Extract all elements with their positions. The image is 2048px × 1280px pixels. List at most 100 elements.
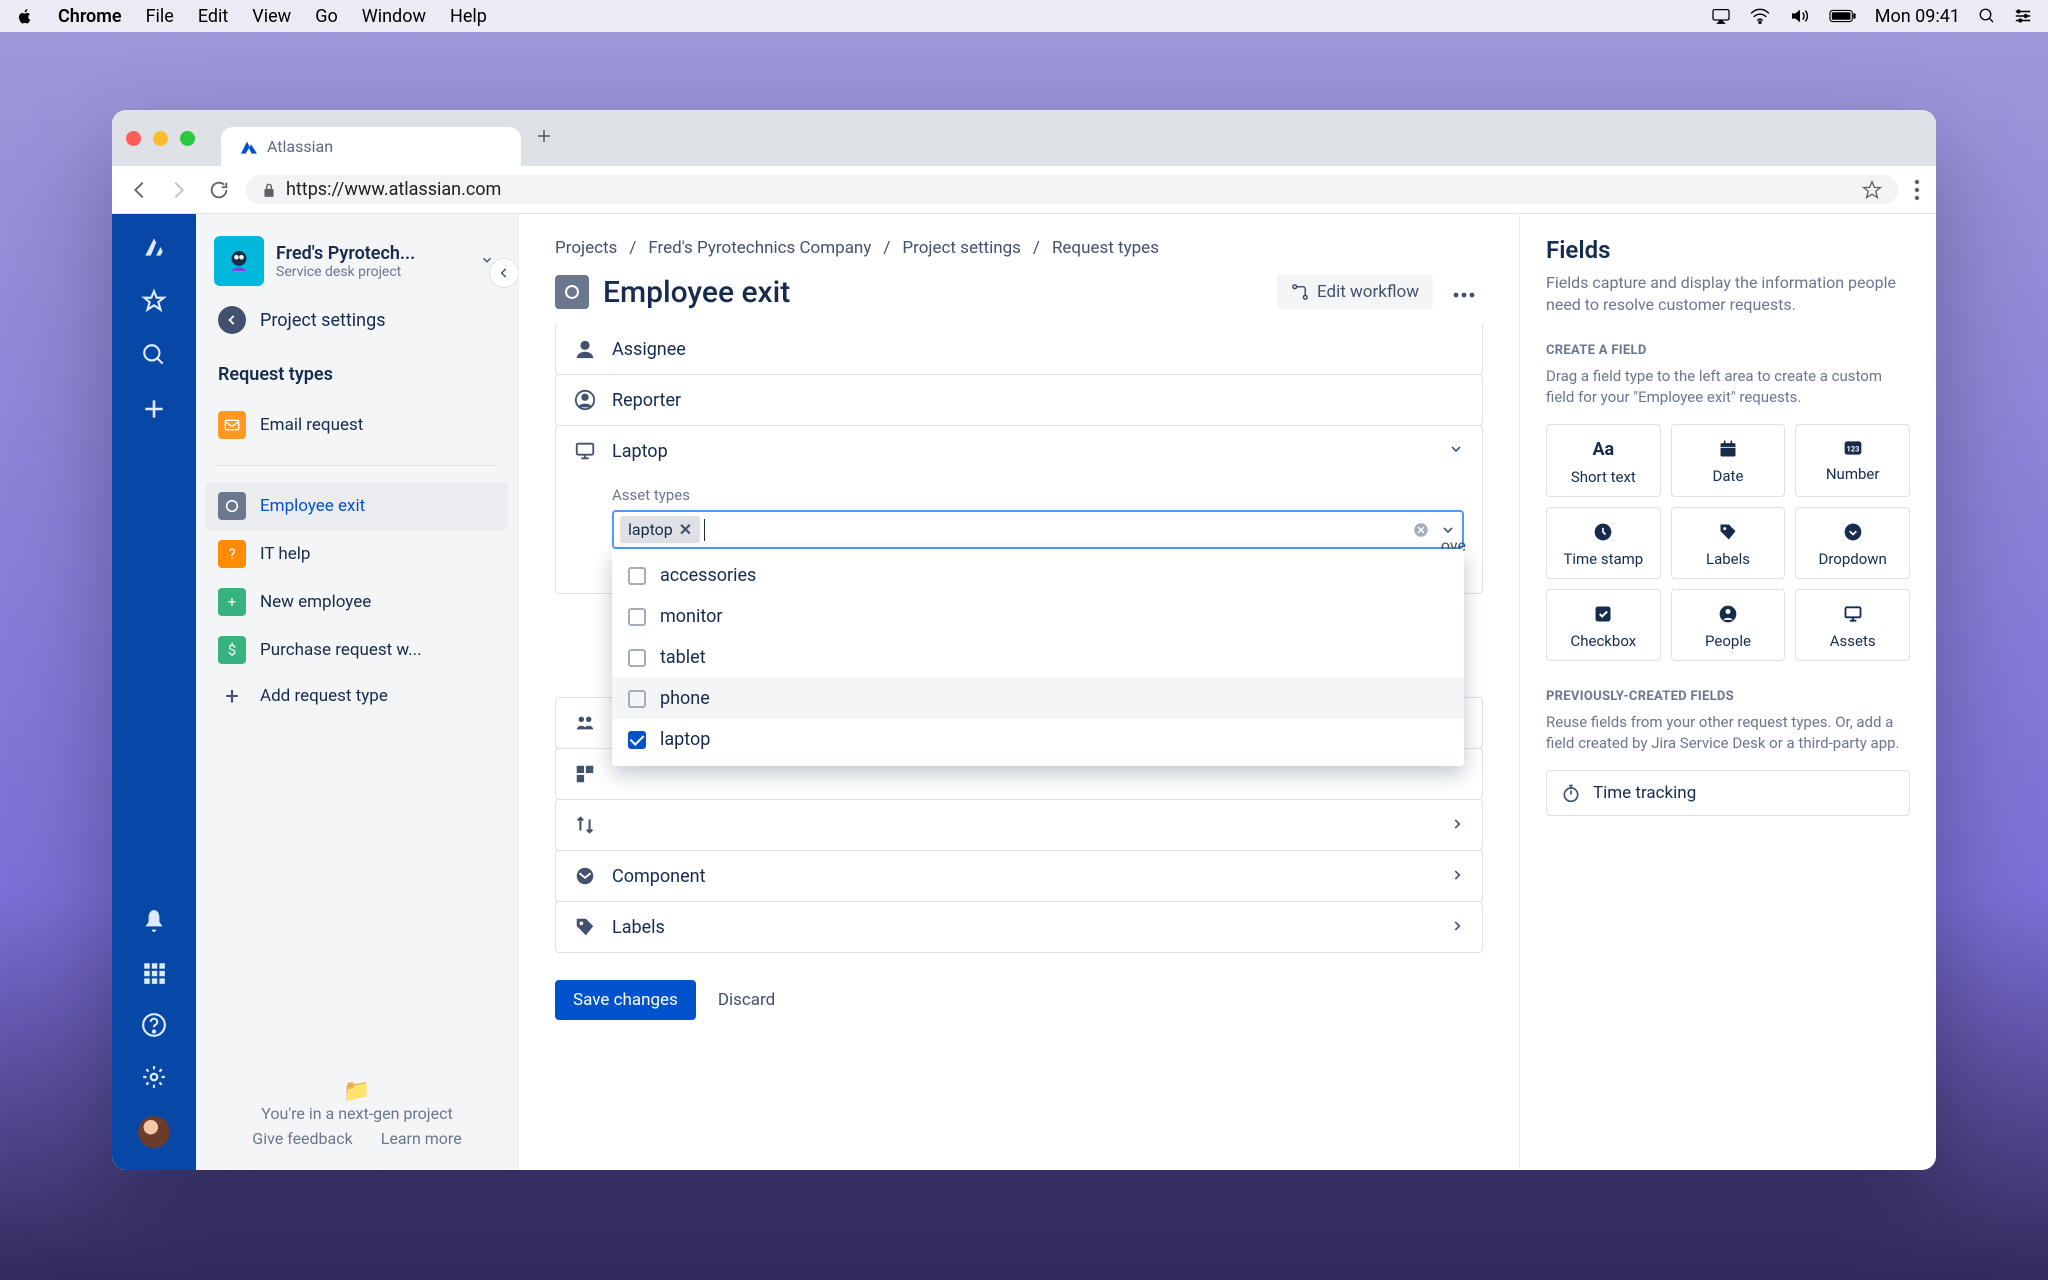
menubar-item[interactable]: File bbox=[146, 6, 174, 27]
monitor-icon bbox=[1843, 604, 1863, 624]
group-icon bbox=[574, 712, 596, 734]
browser-menu-button[interactable] bbox=[1914, 179, 1920, 201]
breadcrumb: Projects/ Fred's Pyrotechnics Company/ P… bbox=[555, 238, 1483, 258]
project-header[interactable]: Fred's Pyrotech... Service desk project bbox=[196, 214, 518, 296]
field-row-component[interactable]: Component bbox=[555, 850, 1483, 902]
field-row-reporter[interactable]: Reporter bbox=[555, 374, 1483, 426]
edit-workflow-button[interactable]: Edit workflow bbox=[1277, 274, 1433, 310]
breadcrumb-item[interactable]: Request types bbox=[1052, 238, 1159, 258]
breadcrumb-item[interactable]: Projects bbox=[555, 238, 617, 258]
breadcrumb-item[interactable]: Project settings bbox=[902, 238, 1021, 258]
window-minimize-button[interactable] bbox=[153, 131, 168, 146]
menubar-item[interactable]: Help bbox=[450, 6, 487, 27]
menubar-item[interactable]: Edit bbox=[198, 6, 228, 27]
forward-button[interactable] bbox=[168, 179, 190, 201]
sidebar-item-it-help[interactable]: ? IT help bbox=[206, 530, 508, 578]
field-type-short-text[interactable]: AaShort text bbox=[1546, 424, 1661, 497]
option-label: phone bbox=[660, 688, 710, 709]
field-type-labels[interactable]: Labels bbox=[1671, 507, 1786, 579]
star-icon[interactable] bbox=[1862, 180, 1882, 200]
expand-icon[interactable] bbox=[1450, 917, 1464, 938]
field-type-dropdown[interactable]: Dropdown bbox=[1795, 507, 1910, 579]
project-sidebar: Fred's Pyrotech... Service desk project … bbox=[196, 214, 519, 1170]
dropdown-option[interactable]: accessories bbox=[612, 555, 1464, 596]
sidebar-footer: 📁 You're in a next-gen project Give feed… bbox=[196, 1061, 518, 1170]
field-type-assets[interactable]: Assets bbox=[1795, 589, 1910, 661]
field-type-timestamp[interactable]: Time stamp bbox=[1546, 507, 1661, 579]
app-switcher-icon[interactable] bbox=[141, 960, 167, 986]
breadcrumb-item[interactable]: Fred's Pyrotechnics Company bbox=[648, 238, 871, 258]
back-arrow-icon bbox=[218, 306, 246, 334]
menubar-item[interactable]: View bbox=[252, 6, 291, 27]
sidebar-item-purchase-request[interactable]: $ Purchase request w... bbox=[206, 626, 508, 674]
learn-more-link[interactable]: Learn more bbox=[381, 1129, 462, 1148]
browser-tab[interactable]: Atlassian bbox=[221, 127, 521, 166]
dropdown-option[interactable]: tablet bbox=[612, 637, 1464, 678]
field-type-checkbox[interactable]: Checkbox bbox=[1546, 589, 1661, 661]
settings-icon[interactable] bbox=[141, 1064, 167, 1090]
window-maximize-button[interactable] bbox=[180, 131, 195, 146]
menubar-item[interactable]: Window bbox=[362, 6, 426, 27]
field-type-label: Dropdown bbox=[1818, 550, 1886, 568]
help-icon[interactable] bbox=[141, 1012, 167, 1038]
remove-chip-icon[interactable]: ✕ bbox=[679, 520, 692, 539]
dropdown-option[interactable]: phone bbox=[612, 678, 1464, 719]
sidebar-item-employee-exit[interactable]: Employee exit bbox=[206, 482, 508, 530]
search-icon[interactable] bbox=[141, 342, 167, 368]
url-text: https://www.atlassian.com bbox=[286, 179, 501, 200]
spotlight-icon[interactable] bbox=[1978, 7, 1996, 25]
give-feedback-link[interactable]: Give feedback bbox=[252, 1129, 352, 1148]
previous-fields-heading: PREVIOUSLY-CREATED FIELDS bbox=[1546, 689, 1910, 704]
reload-button[interactable] bbox=[208, 179, 230, 201]
wifi-icon[interactable] bbox=[1749, 8, 1771, 24]
dropdown-option[interactable]: monitor bbox=[612, 596, 1464, 637]
battery-icon[interactable] bbox=[1829, 9, 1857, 23]
airplay-icon[interactable] bbox=[1711, 8, 1731, 24]
new-tab-button[interactable] bbox=[529, 121, 559, 155]
sidebar-section-heading: Request types bbox=[196, 350, 518, 393]
field-row-assignee[interactable]: Assignee bbox=[555, 324, 1483, 375]
collapse-icon[interactable] bbox=[1448, 441, 1464, 462]
expand-icon[interactable] bbox=[1450, 815, 1464, 836]
url-input[interactable]: https://www.atlassian.com bbox=[246, 175, 1898, 204]
field-type-people[interactable]: People bbox=[1671, 589, 1786, 661]
sidebar-collapse-button[interactable] bbox=[489, 258, 519, 288]
sort-icon bbox=[574, 814, 596, 836]
back-button[interactable] bbox=[128, 179, 150, 201]
sidebar-item-new-employee[interactable]: + New employee bbox=[206, 578, 508, 626]
back-to-settings-link[interactable]: Project settings bbox=[196, 296, 518, 350]
sidebar-item-email-request[interactable]: Email request bbox=[206, 401, 508, 449]
control-center-icon[interactable] bbox=[2014, 8, 2032, 24]
jira-logo-icon[interactable] bbox=[141, 234, 167, 260]
window-close-button[interactable] bbox=[126, 131, 141, 146]
add-request-type-button[interactable]: + Add request type bbox=[206, 674, 508, 718]
menubar-item[interactable]: Go bbox=[315, 6, 338, 27]
save-button[interactable]: Save changes bbox=[555, 980, 696, 1020]
more-actions-button[interactable] bbox=[1445, 275, 1483, 310]
asset-types-select[interactable]: laptop ✕ accessories monitor bbox=[612, 510, 1464, 549]
dropdown-icon bbox=[1843, 522, 1863, 542]
discard-button[interactable]: Discard bbox=[718, 990, 775, 1010]
create-icon[interactable] bbox=[141, 396, 167, 422]
dropdown-option[interactable]: laptop bbox=[612, 719, 1464, 760]
user-avatar[interactable] bbox=[138, 1116, 170, 1148]
star-icon[interactable] bbox=[141, 288, 167, 314]
field-type-date[interactable]: Date bbox=[1671, 424, 1786, 497]
volume-icon[interactable] bbox=[1789, 8, 1811, 24]
notifications-icon[interactable] bbox=[141, 908, 167, 934]
back-link-label: Project settings bbox=[260, 310, 386, 331]
window-controls bbox=[126, 131, 195, 146]
expand-icon[interactable] bbox=[1450, 866, 1464, 887]
sidebar-item-label: Email request bbox=[260, 415, 363, 435]
chip-label: laptop bbox=[628, 520, 673, 539]
field-row-labels[interactable]: Labels bbox=[555, 901, 1483, 953]
field-row-obscured[interactable] bbox=[555, 799, 1483, 851]
footer-text: You're in a next-gen project bbox=[218, 1104, 496, 1123]
menubar-clock[interactable]: Mon 09:41 bbox=[1875, 6, 1960, 27]
checkbox-checked-icon bbox=[628, 731, 646, 749]
svg-text:123: 123 bbox=[1846, 444, 1859, 453]
field-label: Assignee bbox=[612, 339, 686, 360]
time-tracking-field[interactable]: Time tracking bbox=[1546, 770, 1910, 816]
create-field-description: Drag a field type to the left area to cr… bbox=[1546, 366, 1910, 408]
field-type-number[interactable]: 123Number bbox=[1795, 424, 1910, 497]
